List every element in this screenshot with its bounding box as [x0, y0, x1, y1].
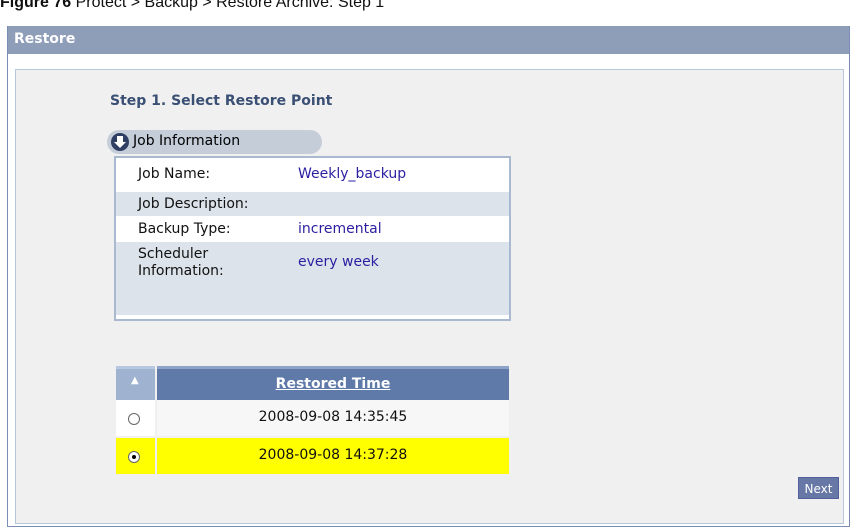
table-row[interactable]: 2008-09-08 14:35:45 — [116, 400, 509, 436]
backup-type-row: Backup Type: incremental — [116, 216, 509, 242]
job-description-row: Job Description: — [116, 192, 509, 216]
restore-time: 2008-09-08 14:37:28 — [258, 447, 408, 463]
figure-title: Protect > Backup > Restore Archive: Step… — [75, 0, 385, 11]
restore-time: 2008-09-08 14:35:45 — [258, 409, 408, 425]
restore-panel: Step 1. Select Restore Point Job Informa… — [15, 69, 844, 524]
scheduler-information-value: every week — [298, 254, 379, 270]
step-title: Step 1. Select Restore Point — [110, 93, 333, 109]
backup-type-value: incremental — [298, 221, 382, 237]
radio-cell — [116, 438, 155, 474]
job-information-label: Job Information — [133, 133, 241, 149]
radio-cell — [116, 400, 155, 436]
job-description-key: Job Description: — [138, 196, 249, 212]
figure-caption: Figure 76 Protect > Backup > Restore Arc… — [0, 0, 850, 16]
window-titlebar: Restore — [8, 26, 849, 54]
scheduler-information-row: Scheduler Information: every week — [116, 242, 509, 315]
sort-ascending-icon[interactable]: ▲ — [131, 375, 139, 386]
restored-time-header[interactable]: Restored Time — [157, 366, 509, 400]
job-information-toggle[interactable]: Job Information — [107, 130, 322, 154]
scheduler-information-key: Scheduler Information: — [138, 246, 224, 279]
sort-column-header[interactable]: ▲ — [116, 366, 155, 400]
time-cell: 2008-09-08 14:37:28 — [157, 438, 509, 474]
restore-window: Restore Step 1. Select Restore Point Job… — [7, 26, 850, 527]
job-name-value: Weekly_backup — [298, 166, 407, 182]
restored-time-header-label[interactable]: Restored Time — [157, 376, 509, 392]
restore-point-radio[interactable] — [128, 413, 140, 425]
window-title: Restore — [14, 31, 76, 47]
job-information-table: Job Name: Weekly_backup Job Description:… — [114, 156, 511, 321]
job-name-row: Job Name: Weekly_backup — [116, 158, 509, 192]
job-name-key: Job Name: — [138, 166, 211, 182]
table-row-selected[interactable]: 2008-09-08 14:37:28 — [116, 438, 509, 474]
expand-down-icon[interactable] — [111, 133, 129, 151]
restore-point-radio-checked[interactable] — [128, 451, 140, 463]
table-header: ▲ Restored Time — [116, 366, 509, 400]
next-button[interactable]: Next — [798, 477, 839, 499]
backup-type-key: Backup Type: — [138, 221, 231, 237]
figure-label: Figure 76 — [0, 0, 72, 11]
time-cell: 2008-09-08 14:35:45 — [157, 400, 509, 436]
